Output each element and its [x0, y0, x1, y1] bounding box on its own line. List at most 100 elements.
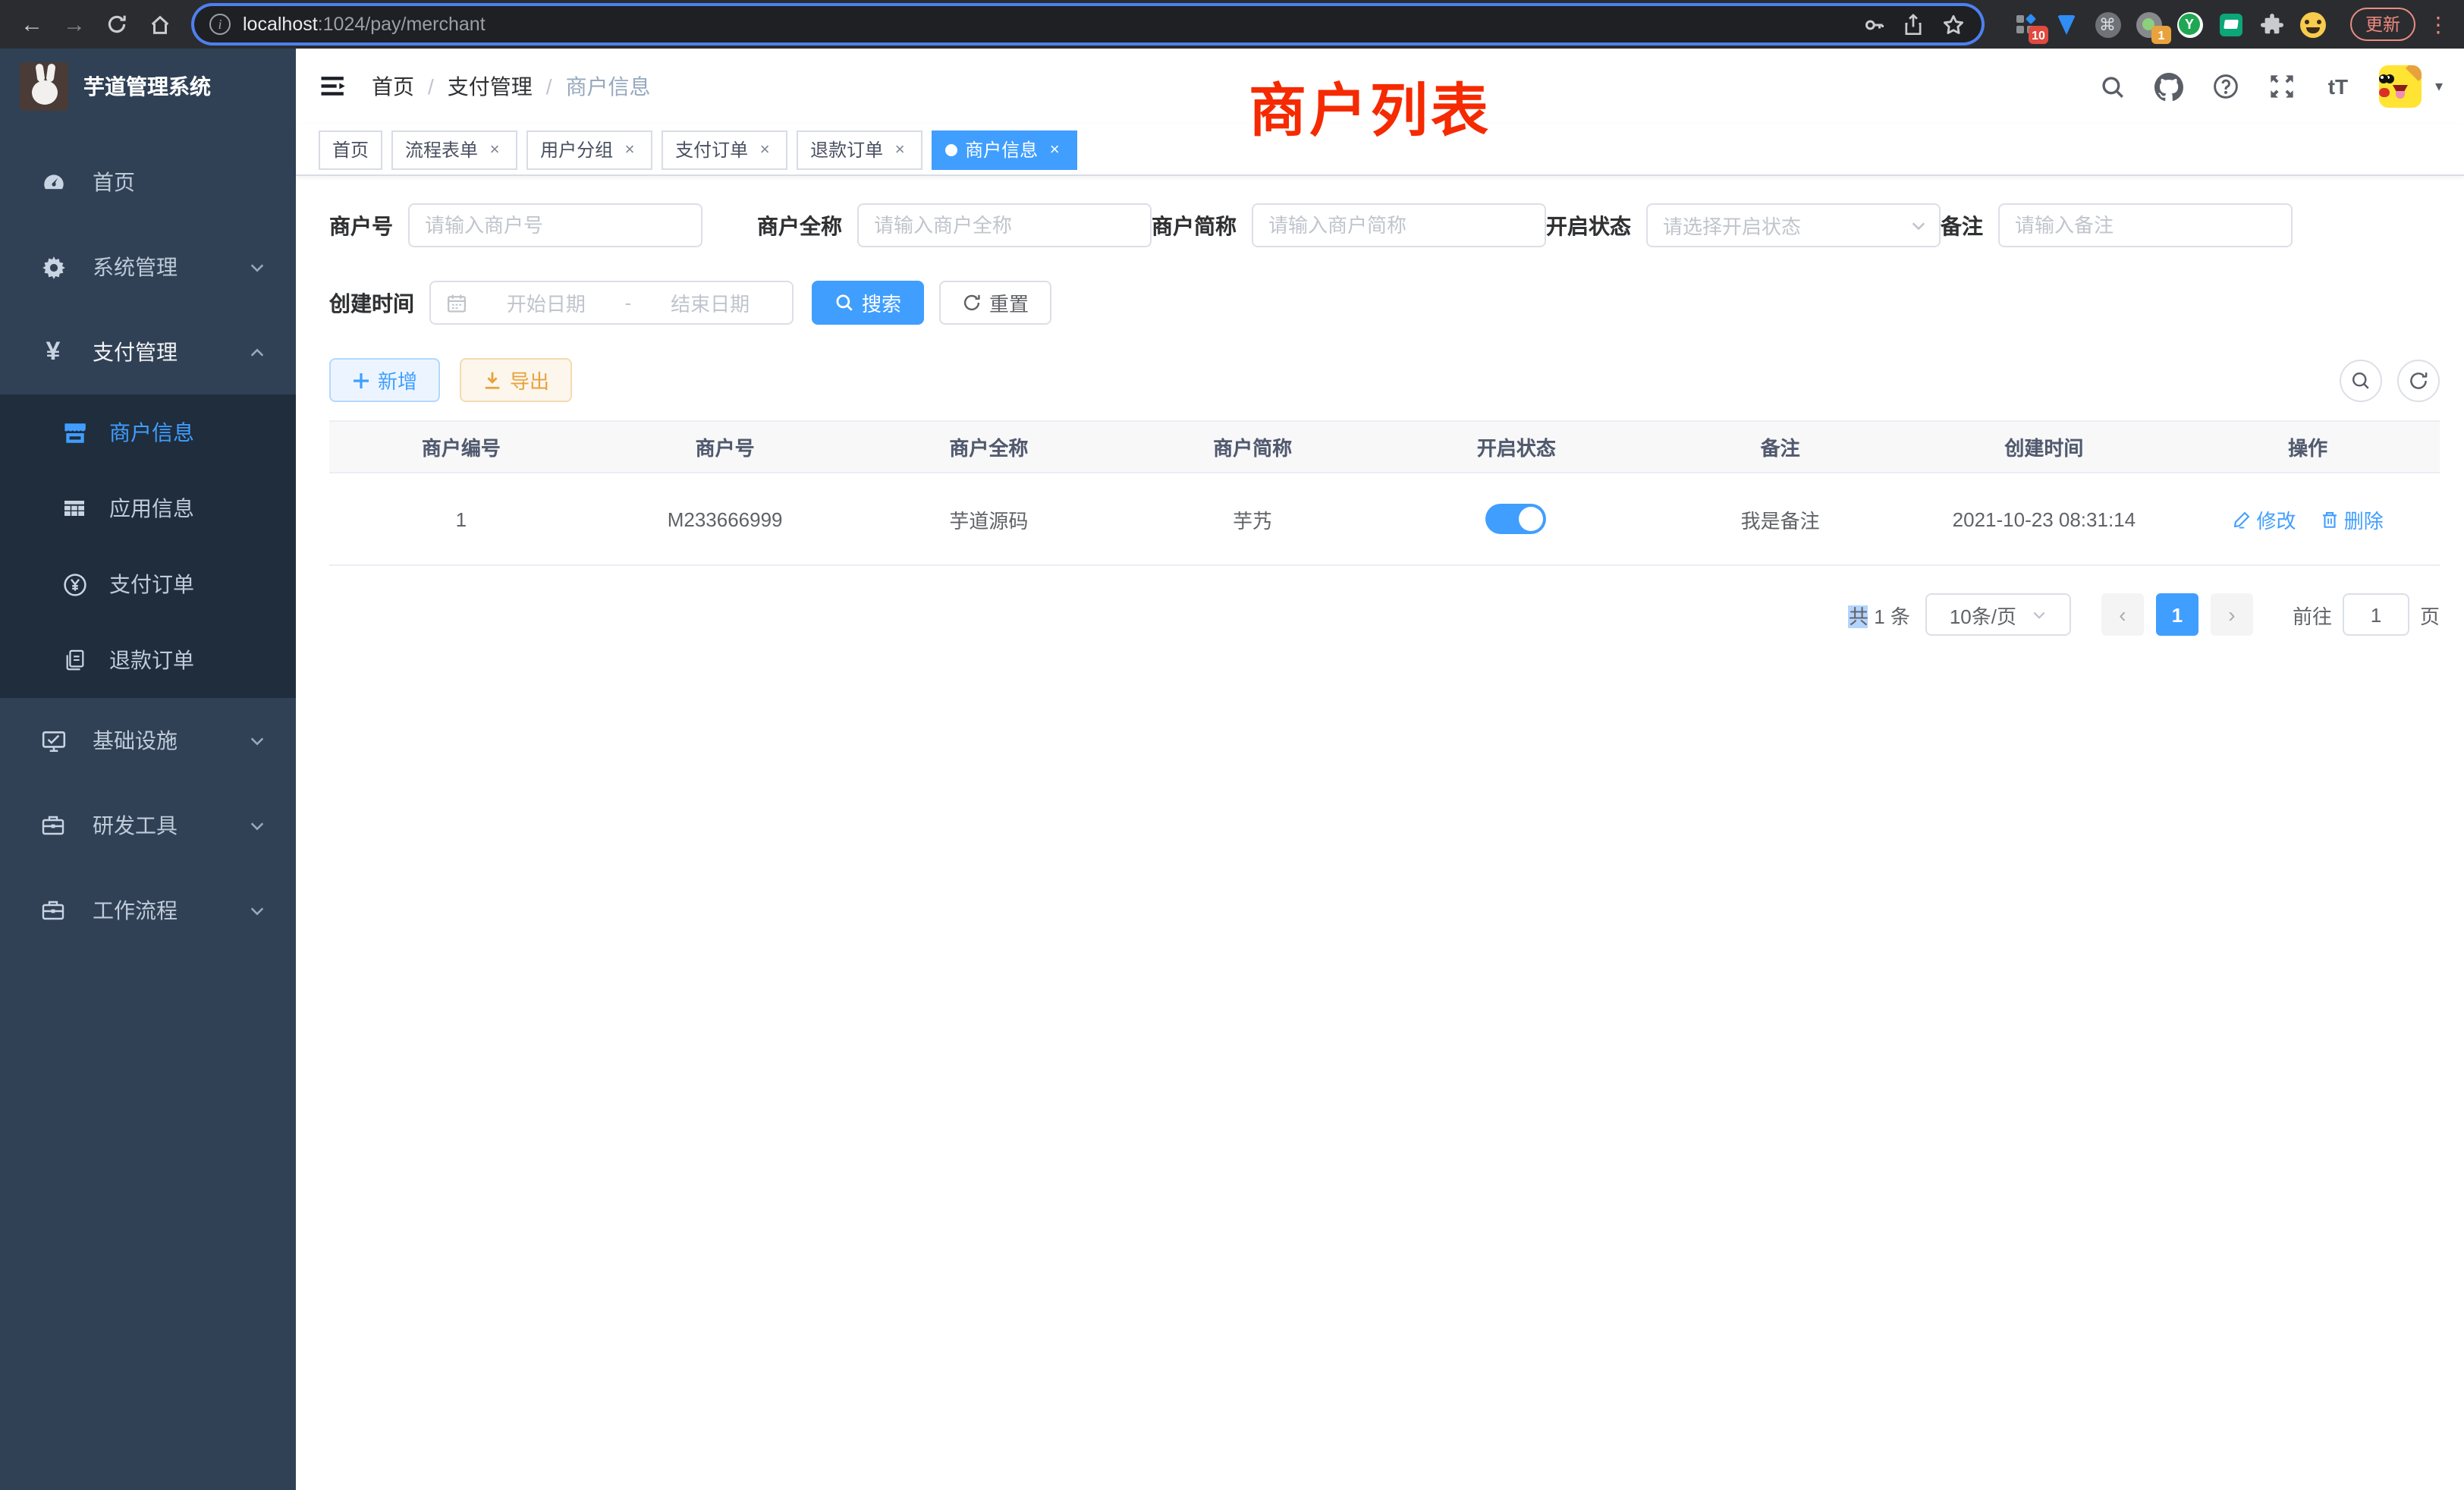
annotation-title: 商户列表 [1249, 64, 1491, 147]
short-name-input[interactable] [1252, 203, 1546, 247]
sidebar-item-label: 支付管理 [93, 337, 178, 367]
close-icon[interactable]: × [891, 140, 909, 159]
close-icon[interactable]: × [621, 140, 639, 159]
tab-refund-order[interactable]: 退款订单× [797, 130, 922, 169]
app-logo[interactable]: 芋道管理系统 [0, 49, 296, 124]
site-info-icon[interactable]: i [209, 14, 231, 35]
chrome-menu-icon[interactable]: ⋮ [2428, 11, 2449, 37]
col-merchant-id: 商户编号 [329, 421, 593, 473]
gear-icon [35, 254, 71, 280]
extensions-puzzle-icon[interactable] [2258, 11, 2285, 38]
sidebar-item-merchant[interactable]: 商户信息 [0, 395, 296, 470]
y-extension-icon[interactable]: Y [2176, 11, 2203, 38]
sidebar-toggle-icon[interactable] [317, 70, 350, 103]
page-1-button[interactable]: 1 [2156, 593, 2198, 636]
sidebar-item-pay-order[interactable]: 支付订单 [0, 546, 296, 622]
delete-link[interactable]: 删除 [2320, 505, 2384, 533]
date-start-placeholder[interactable]: 开始日期 [479, 288, 613, 317]
col-created-at: 创建时间 [1912, 421, 2176, 473]
close-icon[interactable]: × [486, 140, 504, 159]
short-name-label: 商户简称 [1152, 210, 1237, 240]
sidebar-item-label: 系统管理 [93, 252, 178, 282]
chrome-update-button[interactable]: 更新 [2350, 8, 2415, 41]
sidebar-item-refund-order[interactable]: 退款订单 [0, 622, 296, 698]
browser-reload-icon[interactable] [100, 8, 134, 41]
close-icon[interactable]: × [1045, 140, 1064, 159]
sidebar-item-label: 退款订单 [109, 645, 194, 675]
command-extension-icon[interactable]: ⌘ [2094, 11, 2121, 38]
status-toggle-on[interactable] [1486, 504, 1547, 534]
close-icon[interactable]: × [756, 140, 774, 159]
merchant-no-input[interactable] [408, 203, 702, 247]
full-name-input[interactable] [857, 203, 1152, 247]
share-icon[interactable] [1900, 13, 1927, 36]
bookmark-star-icon[interactable] [1939, 13, 1966, 36]
recorder-extension-icon[interactable]: 1 [2135, 11, 2162, 38]
avatar-caret-icon[interactable]: ▾ [2435, 78, 2443, 95]
font-size-icon[interactable]: tT [2323, 71, 2353, 102]
created-time-label: 创建时间 [329, 288, 414, 318]
chevron-down-icon [249, 817, 266, 834]
remark-input[interactable] [1998, 203, 2293, 247]
sidebar-item-payment[interactable]: ¥ 支付管理 [0, 310, 296, 395]
export-button[interactable]: 导出 [460, 358, 572, 402]
col-merchant-no: 商户号 [593, 421, 857, 473]
col-short-name: 商户简称 [1120, 421, 1384, 473]
sidebar-item-infra[interactable]: 基础设施 [0, 698, 296, 783]
browser-home-icon[interactable] [143, 8, 176, 41]
next-page-button[interactable]: › [2211, 593, 2253, 636]
tab-home[interactable]: 首页 [319, 130, 382, 169]
sidebar-item-label: 支付订单 [109, 569, 194, 599]
search-button[interactable]: 搜索 [812, 281, 924, 325]
browser-forward-icon[interactable]: → [58, 8, 91, 41]
calendar-icon [446, 292, 467, 313]
cell-short-name: 芋艿 [1120, 473, 1384, 565]
filter-row-2: 创建时间 开始日期 - 结束日期 搜索 [329, 281, 2440, 325]
sidebar-item-label: 商户信息 [109, 417, 194, 448]
sidebar-item-system[interactable]: 系统管理 [0, 225, 296, 310]
tab-pay-order[interactable]: 支付订单× [662, 130, 787, 169]
date-end-placeholder[interactable]: 结束日期 [643, 288, 777, 317]
tab-merchant-active[interactable]: 商户信息× [932, 130, 1077, 169]
payment-submenu: 商户信息 应用信息 支付订单 [0, 395, 296, 698]
apps-extension-icon[interactable]: 10 [2012, 11, 2039, 38]
url-text[interactable]: localhost:1024/pay/merchant [243, 14, 1848, 35]
breadcrumb-home[interactable]: 首页 [372, 71, 414, 102]
sidebar-item-devtools[interactable]: 研发工具 [0, 783, 296, 868]
goto-page: 前往 页 [2293, 593, 2440, 636]
translate-extension-icon[interactable] [2217, 11, 2244, 38]
tab-user-group[interactable]: 用户分组× [526, 130, 652, 169]
sidebar-menu: 首页 系统管理 ¥ 支付管理 [0, 140, 296, 953]
chevron-down-icon [2032, 607, 2047, 622]
page-size-select[interactable]: 10条/页 [1925, 593, 2071, 636]
github-icon[interactable] [2154, 71, 2185, 102]
status-select[interactable]: 请选择开启状态 [1646, 203, 1941, 247]
col-actions: 操作 [2176, 421, 2440, 473]
refresh-table-button[interactable] [2397, 359, 2440, 401]
fullscreen-icon[interactable] [2267, 71, 2297, 102]
user-avatar[interactable] [2379, 65, 2422, 108]
reset-button[interactable]: 重置 [939, 281, 1051, 325]
sidebar-item-workflow[interactable]: 工作流程 [0, 868, 296, 953]
edit-link[interactable]: 修改 [2232, 505, 2296, 533]
help-icon[interactable] [2211, 71, 2241, 102]
sidebar-item-label: 基础设施 [93, 725, 178, 756]
profile-avatar-icon[interactable] [2299, 11, 2326, 38]
dashboard-icon [35, 169, 71, 195]
prev-page-button[interactable]: ‹ [2101, 593, 2144, 636]
sidebar-item-application[interactable]: 应用信息 [0, 470, 296, 546]
header-search-icon[interactable] [2098, 71, 2129, 102]
password-key-icon[interactable] [1860, 13, 1887, 36]
breadcrumb-separator: / [428, 74, 434, 99]
toggle-search-button[interactable] [2340, 359, 2382, 401]
gem-extension-icon[interactable] [2053, 11, 2080, 38]
add-button[interactable]: 新增 [329, 358, 440, 402]
goto-page-input[interactable] [2343, 593, 2409, 636]
sidebar-item-home[interactable]: 首页 [0, 140, 296, 225]
browser-back-icon[interactable]: ← [15, 8, 49, 41]
yuan-icon: ¥ [35, 337, 71, 367]
tab-process-form[interactable]: 流程表单× [391, 130, 517, 169]
breadcrumb-payment[interactable]: 支付管理 [448, 71, 533, 102]
date-range-picker[interactable]: 开始日期 - 结束日期 [429, 281, 794, 325]
address-bar[interactable]: i localhost:1024/pay/merchant [194, 6, 1982, 42]
